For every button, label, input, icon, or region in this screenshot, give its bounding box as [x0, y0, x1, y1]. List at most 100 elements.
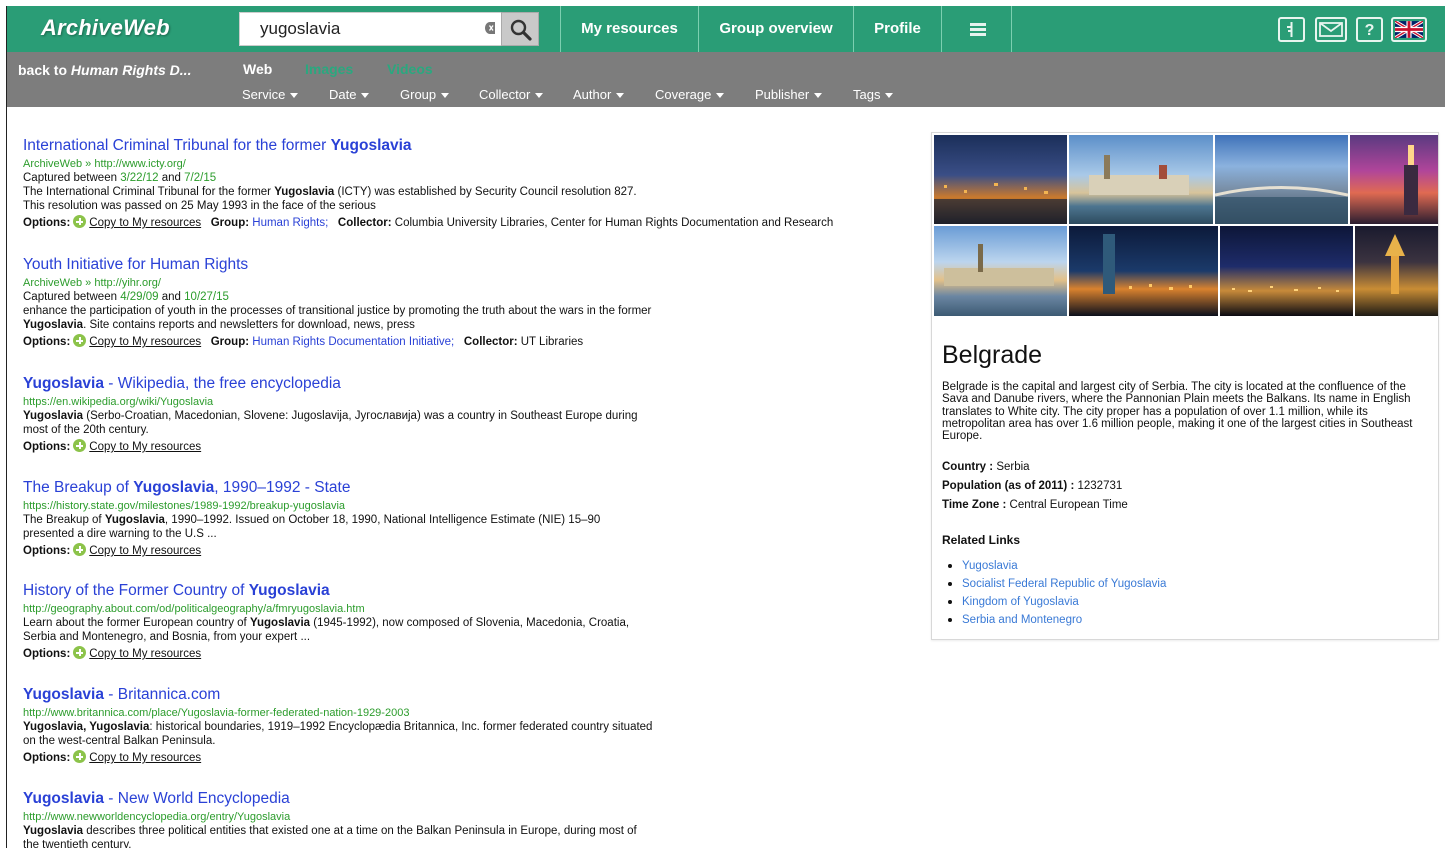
tab-web[interactable]: Web	[243, 61, 272, 77]
nav-my-resources[interactable]: My resources	[560, 6, 698, 52]
search-result: Youth Initiative for Human Rights Archiv…	[23, 255, 923, 349]
panel-title: Belgrade	[942, 341, 1043, 369]
chevron-down-icon	[616, 93, 625, 99]
filter-tags[interactable]: Tags	[853, 87, 894, 102]
result-options: Options: Copy to My resources	[23, 750, 202, 764]
belgrade-skyscraper-photo[interactable]	[1069, 226, 1218, 316]
result-title[interactable]: Yugoslavia - Britannica.com	[23, 685, 923, 704]
search-result: History of the Former Country of Yugosla…	[23, 581, 923, 661]
add-icon[interactable]	[73, 215, 87, 228]
result-url[interactable]: http://www.britannica.com/place/Yugoslav…	[23, 706, 923, 720]
filter-publisher[interactable]: Publisher	[755, 87, 823, 102]
filter-collector[interactable]: Collector	[479, 87, 544, 102]
filter-date[interactable]: Date	[329, 87, 370, 102]
result-url[interactable]: http://geography.about.com/od/politicalg…	[23, 602, 923, 616]
result-snippet: Yugoslavia (Serbo-Croatian, Macedonian, …	[23, 410, 638, 436]
add-icon[interactable]	[73, 334, 87, 347]
belgrade-bridge-photo[interactable]	[1215, 135, 1348, 224]
result-title[interactable]: Yugoslavia - New World Encyclopedia	[23, 789, 923, 808]
result-captured-range: Captured between 3/22/12 and 7/2/15	[23, 172, 217, 184]
result-title[interactable]: The Breakup of Yugoslavia, 1990–1992 - S…	[23, 478, 923, 497]
related-links-heading: Related Links	[942, 533, 1021, 547]
chevron-down-icon	[535, 93, 544, 99]
result-options: Options: Copy to My resources	[23, 439, 202, 453]
copy-to-my-resources-link[interactable]: Copy to My resources	[89, 545, 201, 557]
copy-to-my-resources-link[interactable]: Copy to My resources	[89, 648, 201, 660]
clear-search-icon[interactable]	[483, 21, 497, 37]
result-captured-range: Captured between 4/29/09 and 10/27/15	[23, 291, 229, 303]
copy-to-my-resources-link[interactable]: Copy to My resources	[89, 336, 201, 348]
back-link-prefix: back to	[18, 62, 71, 78]
chevron-down-icon	[716, 93, 725, 99]
collector-value: Columbia University Libraries, Center fo…	[394, 217, 834, 229]
search-result: Yugoslavia - Britannica.com http://www.b…	[23, 685, 923, 765]
copy-to-my-resources-link[interactable]: Copy to My resources	[89, 217, 201, 229]
search-result: Yugoslavia - Wikipedia, the free encyclo…	[23, 374, 923, 454]
filter-group[interactable]: Group	[400, 87, 450, 102]
panel-population: Population (as of 2011) : 1232731	[942, 480, 1123, 492]
belgrade-tower-photo[interactable]	[1350, 135, 1438, 224]
result-title[interactable]: Yugoslavia - Wikipedia, the free encyclo…	[23, 374, 923, 393]
add-icon[interactable]	[73, 543, 87, 556]
belgrade-fortress-photo[interactable]	[934, 226, 1067, 316]
uk-flag-icon[interactable]	[1391, 17, 1427, 42]
result-snippet: The Breakup of Yugoslavia, 1990–1992. Is…	[23, 514, 601, 540]
result-url[interactable]: ArchiveWeb » http://yihr.org/	[23, 276, 923, 290]
add-icon[interactable]	[73, 750, 87, 763]
panel-description: Belgrade is the capital and largest city…	[942, 381, 1413, 443]
result-title[interactable]: International Criminal Tribunal for the …	[23, 136, 923, 155]
related-link[interactable]: Kingdom of Yugoslavia	[948, 595, 1166, 613]
result-snippet: The International Criminal Tribunal for …	[23, 186, 637, 212]
belgrade-church-photo[interactable]	[1355, 226, 1438, 316]
copy-to-my-resources-link[interactable]: Copy to My resources	[89, 752, 201, 764]
panel-country: Country : Serbia	[942, 461, 1030, 473]
filter-author[interactable]: Author	[573, 87, 625, 102]
filter-bar: back to Human Rights D... Web Images Vid…	[7, 52, 1445, 107]
result-url[interactable]: https://en.wikipedia.org/wiki/Yugoslavia	[23, 395, 923, 409]
result-options: Options: Copy to My resources	[23, 646, 202, 660]
result-url[interactable]: ArchiveWeb » http://www.icty.org/	[23, 157, 923, 171]
search-input[interactable]	[240, 13, 476, 45]
result-title[interactable]: Youth Initiative for Human Rights	[23, 255, 923, 274]
result-url[interactable]: http://www.newworldencyclopedia.org/entr…	[23, 810, 923, 824]
filter-service[interactable]: Service	[242, 87, 299, 102]
help-icon[interactable]: ?	[1356, 17, 1383, 42]
tab-videos[interactable]: Videos	[387, 61, 433, 77]
group-link[interactable]: Human Rights Documentation Initiative;	[252, 336, 454, 348]
hamburger-menu-icon[interactable]	[941, 6, 1012, 52]
result-url[interactable]: https://history.state.gov/milestones/198…	[23, 499, 923, 513]
chevron-down-icon	[441, 93, 450, 99]
belgrade-city-lights-photo[interactable]	[1220, 226, 1353, 316]
related-link[interactable]: Serbia and Montenegro	[948, 613, 1166, 631]
tool-icon[interactable]	[1278, 17, 1305, 42]
related-link[interactable]: Yugoslavia	[948, 559, 1166, 577]
add-icon[interactable]	[73, 646, 87, 659]
search-icon	[510, 19, 532, 41]
copy-to-my-resources-link[interactable]: Copy to My resources	[89, 441, 201, 453]
mail-icon[interactable]	[1315, 17, 1347, 42]
belgrade-riverbank-photo[interactable]	[1069, 135, 1213, 224]
knowledge-panel: Belgrade Belgrade is the capital and lar…	[931, 132, 1439, 640]
search-button[interactable]	[501, 12, 539, 46]
result-snippet: Yugoslavia describes three political ent…	[23, 825, 637, 848]
search-result: The Breakup of Yugoslavia, 1990–1992 - S…	[23, 478, 923, 558]
nav-profile[interactable]: Profile	[853, 6, 941, 52]
app-logo[interactable]: ArchiveWeb	[41, 15, 170, 41]
group-link[interactable]: Human Rights;	[252, 217, 328, 229]
svg-text:?: ?	[1365, 22, 1375, 39]
collector-value: UT Libraries	[520, 336, 584, 348]
tab-images[interactable]: Images	[305, 61, 353, 77]
result-title[interactable]: History of the Former Country of Yugosla…	[23, 581, 923, 600]
search-result: Yugoslavia - New World Encyclopedia http…	[23, 789, 923, 848]
nav-group-overview[interactable]: Group overview	[698, 6, 853, 52]
add-icon[interactable]	[73, 439, 87, 452]
result-snippet: enhance the participation of youth in th…	[23, 305, 652, 331]
search-box	[239, 12, 507, 46]
belgrade-night-photo[interactable]	[934, 135, 1067, 224]
filter-coverage[interactable]: Coverage	[655, 87, 725, 102]
related-link[interactable]: Socialist Federal Republic of Yugoslavia	[948, 577, 1166, 595]
search-result: International Criminal Tribunal for the …	[23, 136, 923, 230]
chevron-down-icon	[290, 93, 299, 99]
result-options: Options: Copy to My resources Group: Huma…	[23, 215, 834, 229]
back-link[interactable]: back to Human Rights D...	[18, 62, 191, 78]
